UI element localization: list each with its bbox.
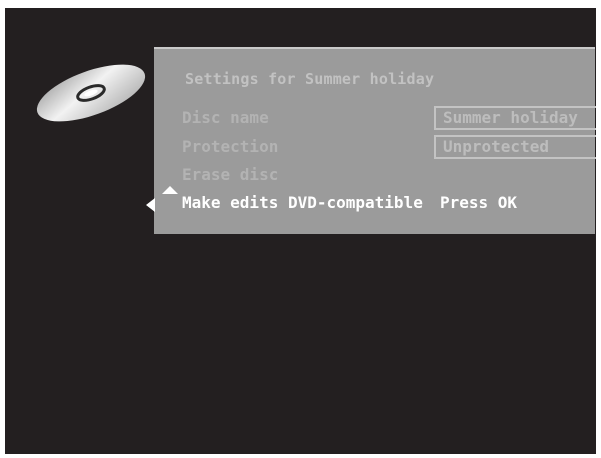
panel-title: Settings for Summer holiday: [185, 70, 435, 88]
disc-name-field[interactable]: Summer holiday: [434, 106, 596, 130]
settings-panel: Settings for Summer holiday Disc name Su…: [154, 47, 596, 234]
tv-screen: Settings for Summer holiday Disc name Su…: [5, 8, 596, 454]
menu-item-label: Make edits DVD-compatible: [182, 193, 423, 212]
menu-item-label: Disc name: [182, 108, 269, 127]
disc-icon: [36, 64, 146, 122]
arrow-left-icon: [146, 198, 155, 212]
arrow-up-icon: [162, 186, 178, 194]
press-ok-hint: Press OK: [440, 193, 518, 212]
menu-item-label: Erase disc: [182, 165, 279, 184]
protection-field[interactable]: Unprotected: [434, 135, 596, 159]
menu-item-label: Protection: [182, 137, 279, 156]
